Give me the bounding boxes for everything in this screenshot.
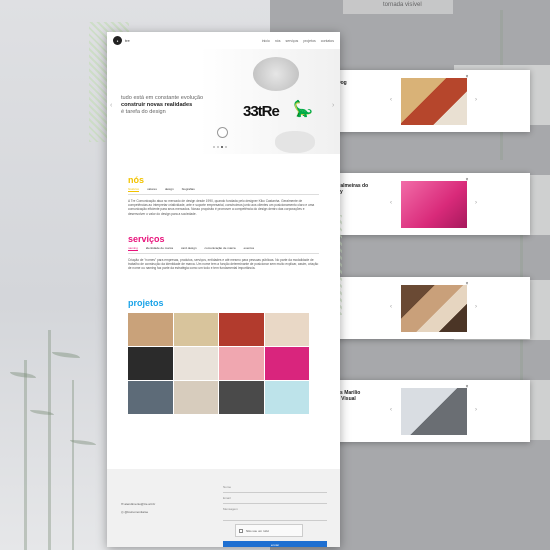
project-thumbnail[interactable] bbox=[264, 381, 309, 415]
project-thumbnail[interactable] bbox=[128, 347, 173, 381]
captcha-label: Não sou um robô bbox=[246, 528, 270, 533]
carousel-dots bbox=[213, 146, 227, 148]
modal-title: Palmeiras do by bbox=[337, 183, 369, 195]
carousel-dot[interactable] bbox=[225, 146, 227, 148]
project-thumbnail[interactable] bbox=[219, 381, 264, 415]
send-button[interactable]: enviar bbox=[223, 541, 327, 547]
close-icon[interactable]: × bbox=[464, 74, 470, 80]
contact-form: Nome Email Mensagem Não sou um robô envi… bbox=[223, 485, 327, 547]
close-icon[interactable]: × bbox=[464, 281, 470, 287]
project-thumbnail[interactable] bbox=[264, 347, 309, 381]
hero-carousel: tudo está em constante evolução construi… bbox=[107, 49, 340, 154]
section-title: projetos bbox=[128, 298, 164, 309]
servicos-text: Criação de "nomes" para empresas, produt… bbox=[128, 257, 319, 271]
project-thumbnail[interactable] bbox=[264, 313, 309, 347]
contact-social[interactable]: @treinomonitarse bbox=[124, 510, 148, 514]
tab-valores[interactable]: valores bbox=[147, 187, 157, 192]
section-projetos: projetos bbox=[107, 298, 340, 308]
hero-text: tudo está em constante evolução construi… bbox=[121, 95, 203, 116]
social-text: ◎ @treinomonitarse bbox=[121, 510, 149, 514]
modal-title: ds Marilio e Visual bbox=[337, 390, 361, 402]
tab-eventos[interactable]: eventos bbox=[244, 246, 255, 251]
carousel-dot[interactable] bbox=[217, 146, 219, 148]
banner-text: tornada visível bbox=[383, 2, 422, 8]
bamboo-decoration bbox=[48, 330, 51, 550]
nav-item-contatos[interactable]: contatos bbox=[321, 39, 334, 43]
nav-item-projetos[interactable]: projetos bbox=[303, 39, 315, 43]
email-text: ✉ atendimento@tre.art.br bbox=[121, 502, 156, 506]
project-thumbnail[interactable] bbox=[219, 347, 264, 381]
servicos-tabs: naming identidade de marca card design c… bbox=[128, 246, 319, 254]
hero-photo bbox=[275, 131, 315, 153]
name-field[interactable]: Nome bbox=[223, 485, 327, 493]
nos-text: A Tre Comunicação atua no mercado de des… bbox=[128, 199, 315, 216]
banner-fragment: tornada visível bbox=[343, 0, 453, 14]
section-servicos: serviços naming identidade de marca card… bbox=[107, 234, 340, 271]
captcha-box[interactable]: Não sou um robô bbox=[235, 524, 303, 537]
projects-grid bbox=[128, 313, 312, 415]
project-thumbnail[interactable] bbox=[173, 347, 218, 381]
checkbox-icon[interactable] bbox=[239, 528, 243, 533]
dinosaur-icon: 🦕 bbox=[293, 101, 313, 118]
carousel-dot[interactable] bbox=[213, 146, 215, 148]
carousel-dot[interactable] bbox=[221, 146, 223, 148]
chevron-left-icon[interactable]: ‹ bbox=[110, 102, 112, 109]
tab-identidade[interactable]: identidade de marca bbox=[146, 246, 173, 251]
contact-email[interactable]: atendimento@tre.art.br bbox=[124, 502, 155, 506]
chevron-right-icon[interactable]: › bbox=[332, 102, 334, 109]
section-title: nós bbox=[128, 175, 145, 185]
chevron-right-icon[interactable]: › bbox=[475, 304, 477, 310]
tab-biografias[interactable]: biografias bbox=[182, 187, 195, 192]
nav-item-servicos[interactable]: serviços bbox=[285, 39, 298, 43]
project-thumbnail[interactable] bbox=[173, 313, 218, 347]
chevron-right-icon[interactable]: › bbox=[475, 200, 477, 206]
logo-text: tre bbox=[125, 38, 130, 43]
hero-brand: 33tRe bbox=[243, 103, 280, 120]
chevron-left-icon[interactable]: ‹ bbox=[390, 407, 392, 413]
tab-historico[interactable]: histórico bbox=[128, 187, 140, 192]
hero-photo bbox=[253, 57, 299, 91]
chevron-left-icon[interactable]: ‹ bbox=[390, 97, 392, 103]
hero-line: tudo está em constante evolução bbox=[121, 95, 204, 101]
contact-section: ✉ atendimento@tre.art.br ◎ @treinomonita… bbox=[107, 469, 340, 547]
project-thumbnail[interactable] bbox=[219, 313, 264, 347]
clock-icon bbox=[217, 127, 228, 138]
logo-icon[interactable]: ● bbox=[113, 36, 122, 45]
section-nos: nós histórico valores design biografias … bbox=[107, 175, 340, 216]
bamboo-decoration bbox=[72, 380, 74, 550]
project-thumbnail[interactable] bbox=[173, 381, 218, 415]
email-field[interactable]: Email bbox=[223, 496, 327, 504]
modal-image bbox=[401, 285, 467, 332]
message-field[interactable]: Mensagem bbox=[223, 507, 327, 521]
modal-image bbox=[401, 388, 467, 435]
chevron-left-icon[interactable]: ‹ bbox=[390, 200, 392, 206]
chevron-right-icon[interactable]: › bbox=[475, 407, 477, 413]
nav-menu: inicio nós serviços projetos contatos bbox=[262, 39, 334, 43]
nos-tabs: histórico valores design biografias bbox=[128, 187, 319, 195]
chevron-right-icon[interactable]: › bbox=[475, 97, 477, 103]
tab-comunicacao[interactable]: comunicação de marca bbox=[205, 246, 236, 251]
modal-image bbox=[401, 78, 467, 125]
close-icon[interactable]: × bbox=[464, 384, 470, 390]
section-title: serviços bbox=[128, 233, 165, 244]
hero-line: é tarefa do design bbox=[121, 109, 166, 115]
project-thumbnail[interactable] bbox=[128, 313, 173, 347]
chevron-left-icon[interactable]: ‹ bbox=[390, 304, 392, 310]
website-page: ● tre inicio nós serviços projetos conta… bbox=[107, 32, 340, 547]
top-nav: ● tre inicio nós serviços projetos conta… bbox=[107, 32, 340, 49]
nav-item-nos[interactable]: nós bbox=[275, 39, 281, 43]
tab-card-design[interactable]: card design bbox=[181, 246, 197, 251]
close-icon[interactable]: × bbox=[464, 177, 470, 183]
hero-line-bold: construir novas realidades bbox=[121, 102, 193, 108]
tab-design[interactable]: design bbox=[165, 187, 174, 192]
tab-naming[interactable]: naming bbox=[128, 246, 138, 251]
project-thumbnail[interactable] bbox=[128, 381, 173, 415]
bamboo-decoration bbox=[24, 360, 27, 550]
modal-image bbox=[401, 181, 467, 228]
nav-item-inicio[interactable]: inicio bbox=[262, 39, 270, 43]
